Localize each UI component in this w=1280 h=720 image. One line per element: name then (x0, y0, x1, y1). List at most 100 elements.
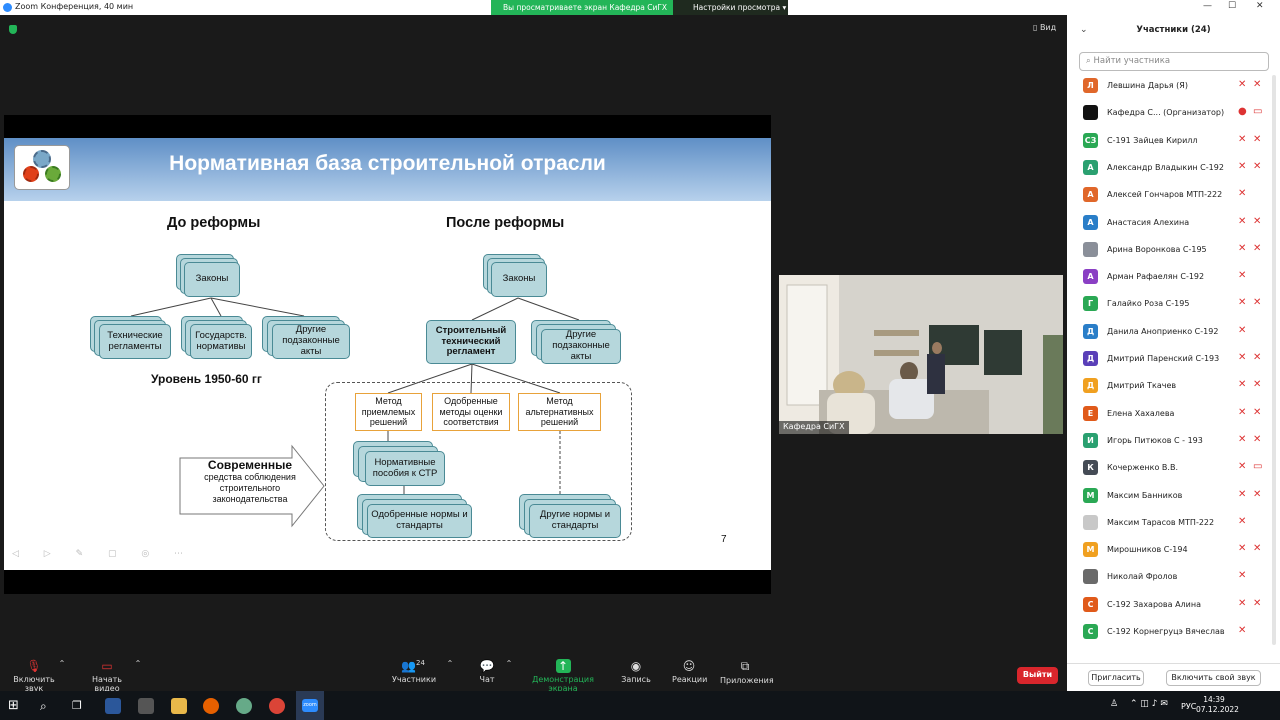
task-view-icon[interactable]: ❐ (72, 698, 88, 714)
participant-row[interactable]: Д Дмитрий Ткачев ✕ ✕ (1067, 374, 1267, 401)
close-button[interactable]: ✕ (1256, 1, 1264, 11)
avatar (1083, 569, 1098, 585)
participant-name: Дмитрий Паренский С-193 (1107, 354, 1220, 363)
participant-row[interactable]: Николай Фролов ✕ (1067, 565, 1267, 592)
participant-row[interactable]: СЗ С-191 Зайцев Кирилл ✕ ✕ (1067, 129, 1267, 156)
maximize-button[interactable]: ☐ (1228, 1, 1236, 11)
record-label: Запись (621, 675, 651, 684)
method-acceptable-box: Метод приемлемых решений (355, 393, 422, 431)
participant-row[interactable]: А Анастасия Алехина ✕ ✕ (1067, 211, 1267, 238)
participants-panel: ⌄ Участники (24) ⌕ Найти участника Л Левш… (1067, 15, 1280, 691)
participants-button[interactable]: 👥24 Участники (392, 659, 436, 684)
participant-row[interactable]: И Игорь Питюков С - 193 ✕ ✕ (1067, 429, 1267, 456)
participant-row[interactable]: А Арман Рафаелян С-192 ✕ (1067, 265, 1267, 292)
taskbar-clock[interactable]: 14:39 07.12.2022 (1196, 695, 1239, 715)
windows-start-icon[interactable]: ⊞ (8, 698, 24, 714)
participant-name: Максим Тарасов МТП-222 (1107, 517, 1215, 527)
apps-button[interactable]: ⧉ Приложения (720, 659, 774, 685)
record-icon: ◉ (630, 659, 642, 673)
start-video-button[interactable]: ▭ Начать видео (80, 659, 134, 693)
security-shield-icon[interactable] (9, 25, 17, 34)
reactions-icon: ☺ (682, 659, 696, 673)
participant-row[interactable]: Кафедра С... (Организатор) ● ▭ (1067, 101, 1267, 128)
audio-options-caret[interactable]: ⌃ (56, 659, 68, 668)
word-app-icon[interactable] (105, 698, 121, 714)
participant-row[interactable]: Д Данила Аноприенко С-192 ✕ (1067, 320, 1267, 347)
participant-row[interactable]: М Мирошников С-194 ✕ ✕ (1067, 538, 1267, 565)
participant-name: С-191 Зайцев Кирилл (1107, 135, 1198, 145)
participant-row[interactable]: Л Левшина Дарья (Я) ✕ ✕ (1067, 74, 1267, 101)
firefox-icon[interactable] (203, 698, 219, 714)
apps-icon: ⧉ (740, 659, 750, 673)
app-icon[interactable] (138, 698, 154, 714)
participant-name: Александр Владыкин С-192 (1107, 162, 1224, 172)
chat-options-caret[interactable]: ⌃ (503, 659, 515, 668)
avatar: С (1083, 596, 1098, 612)
zoom-taskbar-button[interactable]: zoom (296, 691, 324, 720)
participant-name: Кафедра С... (Организатор) (1107, 108, 1225, 118)
participants-options-caret[interactable]: ⌃ (444, 659, 456, 668)
participant-name: Максим Банников (1107, 490, 1183, 500)
approved-methods-box: Одобренные методы оценки соответствия (432, 393, 510, 431)
app-icon[interactable] (236, 698, 252, 714)
mic-status-icon: ✕ (1238, 379, 1247, 391)
participant-search-input[interactable]: ⌕ Найти участника (1079, 52, 1269, 71)
chrome-icon[interactable] (269, 698, 285, 714)
participant-name: Николай Фролов (1107, 572, 1178, 582)
system-tray-icons[interactable]: ⌃ ◫ ♪ ✉ (1130, 699, 1168, 709)
participant-name: Кочерженко В.В. (1107, 463, 1178, 473)
participant-row[interactable]: А Александр Владыкин С-192 ✕ ✕ (1067, 156, 1267, 183)
participant-row[interactable]: С С-192 Захарова Алина ✕ ✕ (1067, 593, 1267, 620)
share-screen-icon: ↑ (555, 659, 571, 673)
participant-row[interactable]: Д Дмитрий Паренский С-193 ✕ ✕ (1067, 347, 1267, 374)
participants-scrollbar[interactable] (1272, 75, 1276, 645)
video-status-icon: ✕ (1253, 379, 1262, 391)
reactions-button[interactable]: ☺ Реакции (672, 659, 708, 684)
unmute-button[interactable]: 🎙 Включить звук (6, 659, 62, 693)
invite-button[interactable]: Пригласить (1088, 670, 1144, 686)
participant-row[interactable]: Арина Воронкова С-195 ✕ ✕ (1067, 238, 1267, 265)
zoom-logo-icon (3, 3, 12, 12)
video-tile[interactable]: Кафедра СиГХ (779, 275, 1063, 434)
mic-off-icon: 🎙 (26, 659, 42, 673)
slide-toolbar[interactable]: ◁ ▷ ✎ ▢ ◎ ⋯ (12, 549, 194, 559)
minimize-button[interactable]: — (1203, 1, 1212, 11)
mic-status-icon: ✕ (1238, 188, 1247, 200)
share-screen-button[interactable]: ↑ Демонстрация экрана (520, 659, 606, 693)
modern-means-arrow: Современные средства соблюдения строител… (180, 458, 320, 504)
participant-row[interactable]: М Максим Банников ✕ ✕ (1067, 484, 1267, 511)
video-status-icon: ✕ (1253, 433, 1262, 445)
avatar: СЗ (1083, 132, 1098, 148)
mic-status-icon: ✕ (1238, 160, 1247, 172)
video-status-icon: ✕ (1253, 297, 1262, 309)
other-acts-box-before: Другие подзаконные акты (272, 324, 350, 359)
participant-name: Галайко Роза С-195 (1107, 299, 1190, 309)
unmute-me-button[interactable]: Включить свой звук (1166, 670, 1261, 686)
share-banner: Вы просматриваете экран Кафедра СиГХ Нас… (491, 0, 788, 15)
participant-row[interactable]: С С-192 Корнегруцэ Вячеслав ✕ (1067, 620, 1267, 647)
view-options-button[interactable]: Настройки просмотра ▾ (673, 0, 788, 15)
state-norms-box: Государств. нормативы (190, 324, 252, 359)
search-icon[interactable]: ⌕ (40, 698, 56, 714)
language-indicator[interactable]: РУС (1181, 702, 1196, 711)
file-explorer-icon[interactable] (171, 698, 187, 714)
participant-name: Данила Аноприенко С-192 (1107, 326, 1219, 336)
person-icon[interactable]: ♙ (1110, 699, 1118, 709)
mic-status-icon: ✕ (1238, 570, 1247, 582)
leave-button[interactable]: Выйти (1017, 667, 1058, 684)
participant-row[interactable]: Максим Тарасов МТП-222 ✕ (1067, 511, 1267, 538)
participant-row[interactable]: К Кочерженко В.В. ✕ ▭ (1067, 456, 1267, 483)
avatar: К (1083, 460, 1098, 476)
chat-button[interactable]: 💬 Чат (472, 659, 502, 684)
participant-row[interactable]: А Алексей Гончаров МТП-222 ✕ (1067, 183, 1267, 210)
participant-name: Анастасия Алехина (1107, 217, 1190, 227)
participant-row[interactable]: Г Галайко Роза С-195 ✕ ✕ (1067, 292, 1267, 319)
mic-status-icon: ✕ (1238, 242, 1247, 254)
reactions-label: Реакции (672, 675, 708, 684)
view-button[interactable]: ▯ Вид (1033, 23, 1056, 32)
construction-tech-regulation-box: Строительный технический регламент (426, 320, 516, 364)
camera-feed (779, 275, 1063, 434)
participant-row[interactable]: Е Елена Хахалева ✕ ✕ (1067, 402, 1267, 429)
video-options-caret[interactable]: ⌃ (132, 659, 144, 668)
record-button[interactable]: ◉ Запись (619, 659, 653, 684)
